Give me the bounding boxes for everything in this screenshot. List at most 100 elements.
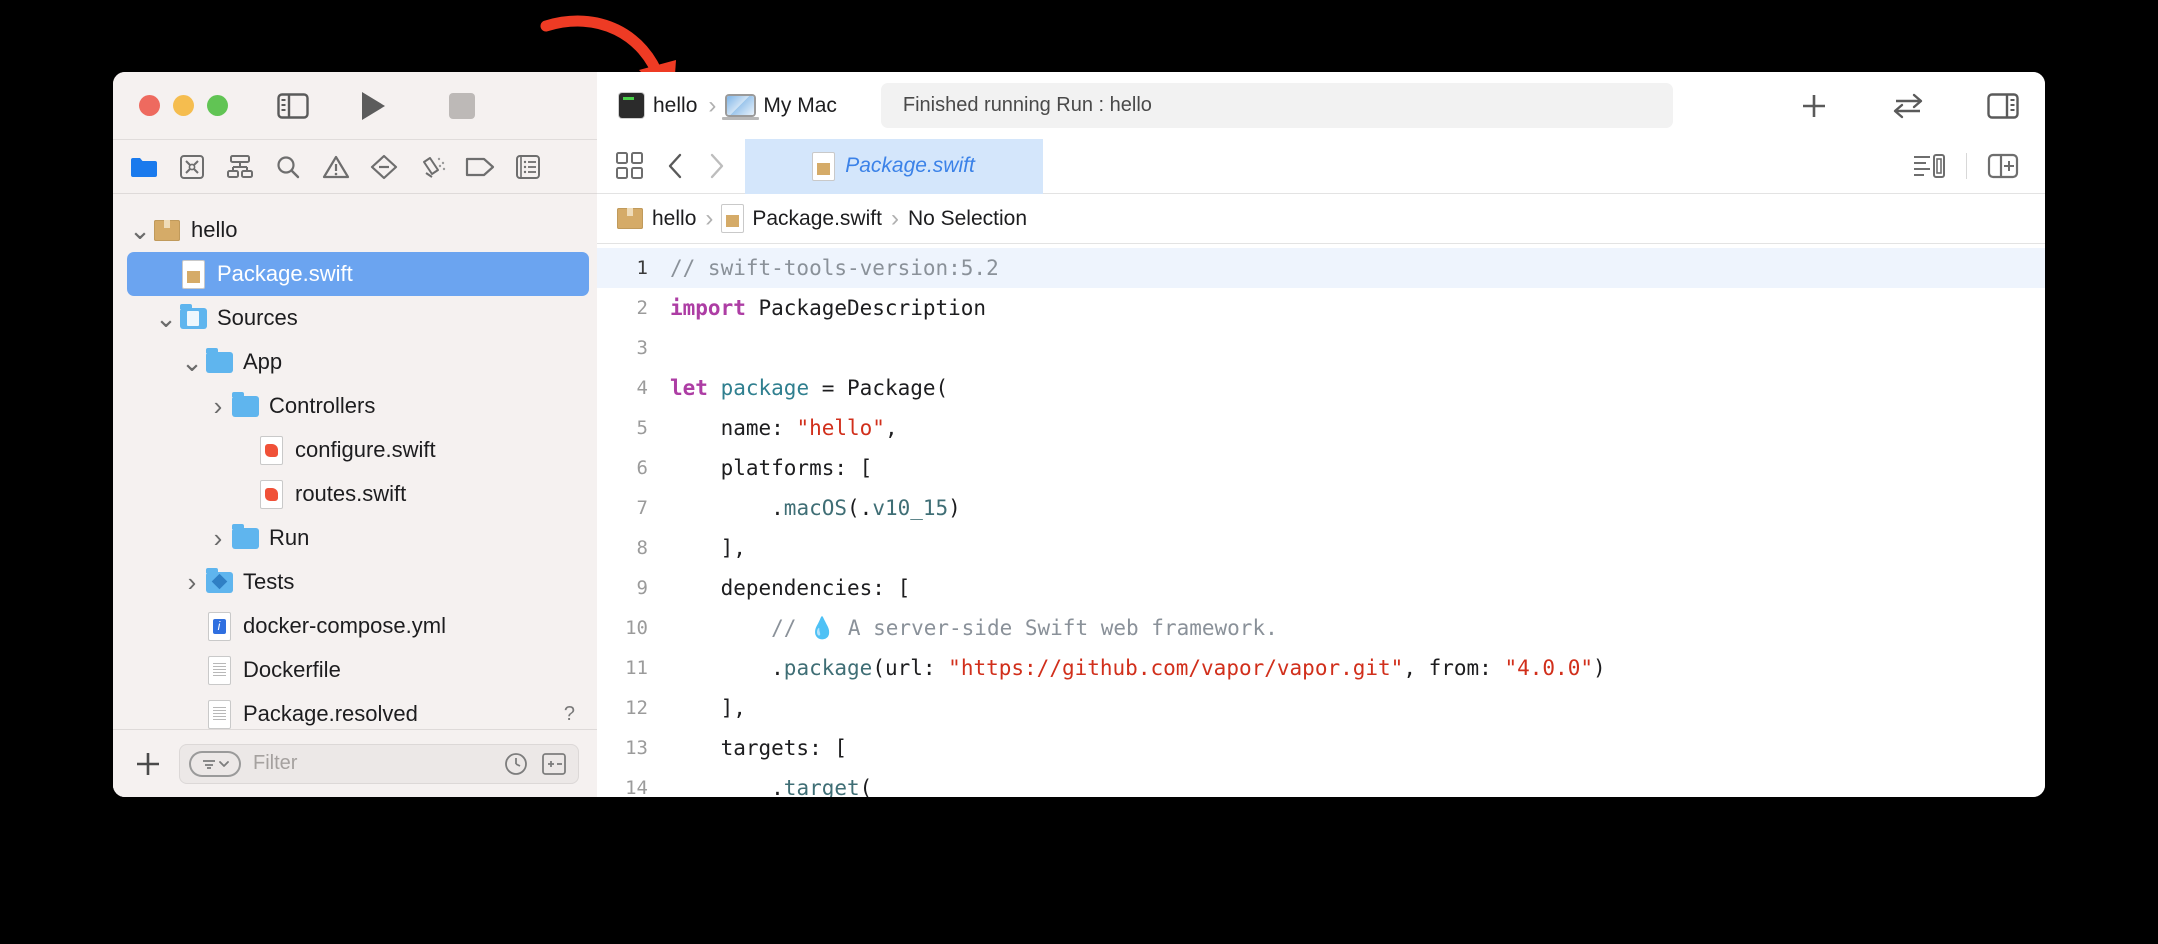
editor-tab-bar: Package.swift bbox=[597, 139, 2045, 194]
swap-arrows-icon[interactable] bbox=[1890, 92, 1926, 120]
code-area[interactable]: 1// swift-tools-version:5.22import Packa… bbox=[597, 244, 2045, 797]
swift-file-icon bbox=[257, 481, 285, 508]
plain-file-icon bbox=[205, 657, 233, 684]
code-line[interactable]: 10 // 💧 A server-side Swift web framewor… bbox=[597, 608, 2045, 648]
code-line[interactable]: 5 name: "hello", bbox=[597, 408, 2045, 448]
code-token: targets: [ bbox=[670, 736, 847, 760]
tree-row[interactable]: Package.swift bbox=[127, 252, 589, 296]
stop-button[interactable] bbox=[449, 93, 475, 119]
breadcrumb-selection-label[interactable]: No Selection bbox=[908, 207, 1027, 231]
laptop-icon bbox=[727, 96, 754, 115]
code-outline-icon[interactable] bbox=[1912, 152, 1946, 180]
folder-tests-icon-glyph bbox=[206, 572, 233, 593]
code-line[interactable]: 7 .macOS(.v10_15) bbox=[597, 488, 2045, 528]
test-navigator-tab[interactable] bbox=[369, 152, 399, 182]
report-navigator-tab[interactable] bbox=[513, 152, 543, 182]
folder-tests-icon bbox=[205, 572, 233, 593]
line-number: 14 bbox=[597, 777, 670, 797]
find-navigator-tab[interactable] bbox=[273, 152, 303, 182]
code-line[interactable]: 8 ], bbox=[597, 528, 2045, 568]
tree-row[interactable]: ⌄App bbox=[113, 340, 597, 384]
scheme-separator: › bbox=[708, 92, 716, 120]
source-control-navigator-tab[interactable] bbox=[177, 152, 207, 182]
line-number: 4 bbox=[597, 377, 670, 399]
tree-row[interactable]: ›Tests bbox=[113, 560, 597, 604]
tree-row[interactable]: Package.resolved? bbox=[113, 692, 597, 729]
code-token: "https://github.com/vapor/vapor.git" bbox=[948, 656, 1403, 680]
source-editor: hello › Package.swift › No Selection 1//… bbox=[597, 194, 2045, 797]
code-line[interactable]: 13 targets: [ bbox=[597, 728, 2045, 768]
line-number: 11 bbox=[597, 657, 670, 679]
disclosure-open-icon[interactable]: ⌄ bbox=[153, 311, 179, 325]
terminal-icon bbox=[619, 93, 644, 118]
editor-tab-package-swift[interactable]: Package.swift bbox=[745, 139, 1043, 194]
code-line-text: import PackageDescription bbox=[670, 296, 986, 320]
tree-row-label: Dockerfile bbox=[243, 657, 341, 683]
code-line[interactable]: 3 bbox=[597, 328, 2045, 368]
plus-icon[interactable] bbox=[1799, 91, 1829, 121]
code-token: import bbox=[670, 296, 746, 320]
line-number: 1 bbox=[597, 257, 670, 279]
line-number: 5 bbox=[597, 417, 670, 439]
code-line[interactable]: 6 platforms: [ bbox=[597, 448, 2045, 488]
navigator-tab-bar bbox=[113, 139, 597, 194]
chevron-right-icon[interactable] bbox=[707, 152, 725, 180]
breakpoint-navigator-tab[interactable] bbox=[465, 152, 495, 182]
code-token: (url: bbox=[872, 656, 948, 680]
issue-navigator-tab[interactable] bbox=[321, 152, 351, 182]
filter-input[interactable]: Filter bbox=[179, 744, 579, 784]
close-button[interactable] bbox=[139, 95, 160, 116]
swift-file-icon bbox=[257, 437, 285, 464]
project-navigator-tab[interactable] bbox=[129, 152, 159, 182]
code-line[interactable]: 11 .package(url: "https://github.com/vap… bbox=[597, 648, 2045, 688]
code-line[interactable]: 4let package = Package( bbox=[597, 368, 2045, 408]
disclosure-open-icon[interactable]: ⌄ bbox=[127, 223, 153, 237]
disclosure-open-icon[interactable]: ⌄ bbox=[179, 355, 205, 369]
code-line[interactable]: 1// swift-tools-version:5.2 bbox=[597, 248, 2045, 288]
sidebar-left-icon[interactable] bbox=[277, 93, 309, 119]
tree-row[interactable]: routes.swift bbox=[113, 472, 597, 516]
symbol-navigator-tab[interactable] bbox=[225, 152, 255, 182]
folder-doc-icon bbox=[179, 308, 207, 329]
code-line-text: let package = Package( bbox=[670, 376, 948, 400]
run-button[interactable] bbox=[359, 90, 387, 122]
tree-row[interactable]: ›Controllers bbox=[113, 384, 597, 428]
code-token: . bbox=[670, 776, 784, 797]
plain-file-icon-glyph bbox=[209, 701, 230, 728]
breadcrumb-file[interactable]: Package.swift bbox=[722, 205, 882, 232]
tree-row[interactable]: ›Run bbox=[113, 516, 597, 560]
code-line[interactable]: 9 dependencies: [ bbox=[597, 568, 2045, 608]
tree-row[interactable]: ⌄Sources bbox=[113, 296, 597, 340]
plus-icon[interactable] bbox=[133, 749, 163, 779]
breadcrumb-project[interactable]: hello bbox=[617, 207, 696, 231]
tree-row-label: docker-compose.yml bbox=[243, 613, 446, 639]
tree-row[interactable]: configure.swift bbox=[113, 428, 597, 472]
filter-icon[interactable] bbox=[189, 751, 241, 777]
code-token: target bbox=[784, 776, 860, 797]
plain-file-icon-glyph bbox=[209, 657, 230, 684]
code-line-text: // 💧 A server-side Swift web framework. bbox=[670, 616, 1278, 641]
code-line[interactable]: 2import PackageDescription bbox=[597, 288, 2045, 328]
tree-row[interactable]: docker-compose.yml bbox=[113, 604, 597, 648]
zoom-button[interactable] bbox=[207, 95, 228, 116]
breadcrumb-separator-2: › bbox=[891, 205, 899, 233]
minimize-button[interactable] bbox=[173, 95, 194, 116]
scheme-selector[interactable]: hello › My Mac bbox=[619, 92, 837, 120]
grid-view-icon[interactable] bbox=[615, 151, 645, 181]
code-line[interactable]: 12 ], bbox=[597, 688, 2045, 728]
status-bar[interactable]: Finished running Run : hello bbox=[881, 83, 1673, 128]
line-number: 13 bbox=[597, 737, 670, 759]
disclosure-closed-icon[interactable]: › bbox=[205, 531, 231, 545]
folder-icon-glyph bbox=[232, 528, 259, 549]
sidebar-right-icon[interactable] bbox=[1987, 93, 2019, 119]
code-line[interactable]: 14 .target( bbox=[597, 768, 2045, 797]
chevron-left-icon[interactable] bbox=[667, 152, 685, 180]
add-editor-icon[interactable] bbox=[1987, 152, 2019, 180]
tree-row[interactable]: Dockerfile bbox=[113, 648, 597, 692]
clock-icon[interactable] bbox=[503, 751, 529, 777]
disclosure-closed-icon[interactable]: › bbox=[179, 575, 205, 589]
debug-navigator-tab[interactable] bbox=[417, 152, 447, 182]
tree-row[interactable]: ⌄hello bbox=[113, 208, 597, 252]
plus-minus-icon[interactable] bbox=[541, 752, 567, 776]
disclosure-closed-icon[interactable]: › bbox=[205, 399, 231, 413]
